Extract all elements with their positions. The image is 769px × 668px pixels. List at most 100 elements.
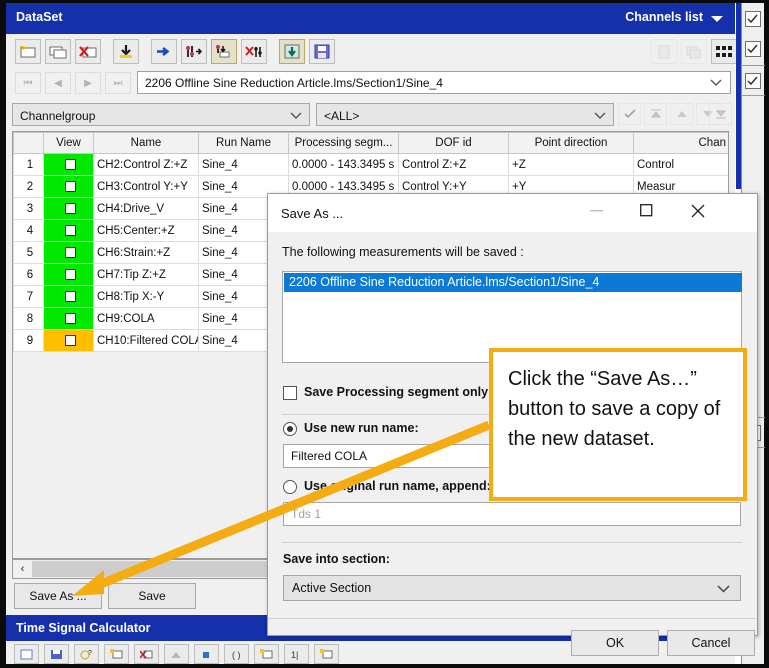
rail-divider xyxy=(742,65,765,66)
table-row[interactable]: 1 CH2:Control Z:+Z Sine_4 0.0000 - 143.3495… xyxy=(13,153,728,176)
col-header-run-name[interactable]: Run Name xyxy=(198,132,289,154)
tsc-stop-icon[interactable] xyxy=(194,644,219,664)
dialog-divider-2 xyxy=(282,542,742,543)
tsc-delete-icon[interactable] xyxy=(134,644,159,664)
row-index: 9 xyxy=(13,329,44,352)
tsc-formula-icon[interactable] xyxy=(254,644,279,664)
add-channels-icon[interactable] xyxy=(181,39,207,64)
dialog-titlebar: Save As ... xyxy=(268,194,757,232)
tsc-settings-icon[interactable] xyxy=(314,644,339,664)
tsc-help-icon[interactable]: ? xyxy=(74,644,99,664)
row-name: CH4:Drive_V xyxy=(93,197,199,220)
save-processing-segment-checkbox[interactable] xyxy=(283,386,297,400)
remove-channels-icon[interactable] xyxy=(241,39,267,64)
view-checkbox[interactable] xyxy=(64,334,76,346)
next-record-icon[interactable]: ▶ xyxy=(75,72,101,94)
col-header-point-direction[interactable]: Point direction xyxy=(508,132,634,154)
col-header-name[interactable]: Name xyxy=(93,132,199,154)
checked-checkbox-icon[interactable] xyxy=(745,41,761,57)
previous-record-icon[interactable]: ◀ xyxy=(45,72,71,94)
row-view-toggle[interactable] xyxy=(43,307,94,330)
row-view-toggle[interactable] xyxy=(43,241,94,264)
row-view-toggle[interactable] xyxy=(43,219,94,242)
import-down-icon[interactable] xyxy=(113,39,139,64)
document-icon xyxy=(651,39,677,64)
tsc-save-icon[interactable] xyxy=(44,644,69,664)
append-run-name-placeholder: Tds 1 xyxy=(291,507,322,521)
move-up-icon[interactable] xyxy=(670,103,693,125)
view-checkbox[interactable] xyxy=(64,158,76,170)
append-run-name-input[interactable]: Tds 1 xyxy=(283,502,741,526)
row-name: CH5:Center:+Z xyxy=(93,219,199,242)
last-record-icon[interactable]: ⏭ xyxy=(105,72,131,94)
row-name: CH3:Control Y:+Y xyxy=(93,175,199,198)
row-name: CH8:Tip X:-Y xyxy=(93,285,199,308)
close-icon[interactable] xyxy=(675,194,721,227)
first-record-icon[interactable]: ⏮ xyxy=(15,72,41,94)
row-view-toggle[interactable] xyxy=(43,263,94,286)
channels-list-label[interactable]: Channels list xyxy=(625,10,703,24)
minimize-icon[interactable] xyxy=(573,194,619,227)
col-header-index[interactable] xyxy=(13,132,44,154)
chevron-down-icon[interactable] xyxy=(594,111,606,123)
save-data-icon[interactable] xyxy=(309,39,335,64)
view-checkbox[interactable] xyxy=(64,312,76,324)
checked-checkbox-icon[interactable] xyxy=(745,73,761,89)
row-dof-id: Control Z:+Z xyxy=(398,153,509,176)
scroll-left-icon[interactable]: ‹ xyxy=(14,561,31,577)
col-header-channel[interactable]: Chan xyxy=(633,132,728,154)
view-checkbox[interactable] xyxy=(64,268,76,280)
view-checkbox[interactable] xyxy=(64,180,76,192)
chevron-down-icon[interactable] xyxy=(717,584,730,596)
measurement-list-item[interactable]: 2206 Offline Sine Reduction Article.lms/… xyxy=(284,273,742,292)
col-header-view[interactable]: View xyxy=(43,132,94,154)
new-dataset-icon[interactable] xyxy=(15,39,41,64)
use-original-run-name-radio[interactable] xyxy=(283,480,297,494)
row-name: CH7:Tip Z:+Z xyxy=(93,263,199,286)
tsc-new-icon[interactable] xyxy=(14,644,39,664)
move-bottom-icon[interactable] xyxy=(709,103,732,125)
save-as-button[interactable]: Save As ... xyxy=(14,583,102,609)
col-header-dof-id[interactable]: DOF id xyxy=(398,132,509,154)
replace-channels-icon[interactable] xyxy=(211,39,237,64)
chevron-down-icon[interactable] xyxy=(711,16,723,22)
row-view-toggle[interactable] xyxy=(43,175,94,198)
use-new-run-name-radio[interactable] xyxy=(283,422,297,436)
dataset-path-combo[interactable]: 2206 Offline Sine Reduction Article.lms/… xyxy=(137,71,731,94)
grid-view-icon[interactable] xyxy=(711,39,737,64)
tsc-up-icon[interactable] xyxy=(164,644,189,664)
cancel-button[interactable]: Cancel xyxy=(667,630,755,656)
row-index: 7 xyxy=(13,285,44,308)
channelgroup-combo[interactable]: Channelgroup xyxy=(12,103,310,126)
tsc-add-icon[interactable] xyxy=(104,644,129,664)
save-button[interactable]: Save xyxy=(108,583,196,609)
maximize-icon[interactable] xyxy=(623,194,669,227)
view-checkbox[interactable] xyxy=(64,202,76,214)
load-data-icon[interactable] xyxy=(279,39,305,64)
save-into-section-combo[interactable]: Active Section xyxy=(283,575,741,601)
copy-dataset-icon[interactable] xyxy=(45,39,71,64)
col-header-processing-segment[interactable]: Processing segm... xyxy=(288,132,399,154)
view-checkbox[interactable] xyxy=(64,290,76,302)
view-checkbox[interactable] xyxy=(64,224,76,236)
row-view-toggle[interactable] xyxy=(43,197,94,220)
channelgroup-value-combo[interactable]: <ALL> xyxy=(316,103,614,126)
svg-text:?: ? xyxy=(88,650,92,657)
row-view-toggle[interactable] xyxy=(43,329,94,352)
move-right-icon[interactable] xyxy=(151,39,177,64)
chevron-down-icon[interactable] xyxy=(710,78,722,90)
new-run-name-value: Filtered COLA xyxy=(291,449,368,463)
chevron-down-icon[interactable] xyxy=(290,111,302,123)
checked-checkbox-icon[interactable] xyxy=(745,11,761,27)
row-view-toggle[interactable] xyxy=(43,153,94,176)
tsc-units-icon[interactable]: 1| xyxy=(284,644,309,664)
row-view-toggle[interactable] xyxy=(43,285,94,308)
check-icon[interactable] xyxy=(618,103,641,125)
ok-button[interactable]: OK xyxy=(571,630,659,656)
delete-dataset-icon[interactable] xyxy=(75,39,101,64)
move-top-icon[interactable] xyxy=(644,103,667,125)
row-run-name: Sine_4 xyxy=(198,153,289,176)
view-checkbox[interactable] xyxy=(64,246,76,258)
dataset-titlebar: DataSet Channels list xyxy=(6,3,735,31)
tsc-function-icon[interactable]: ( ) xyxy=(224,644,249,664)
